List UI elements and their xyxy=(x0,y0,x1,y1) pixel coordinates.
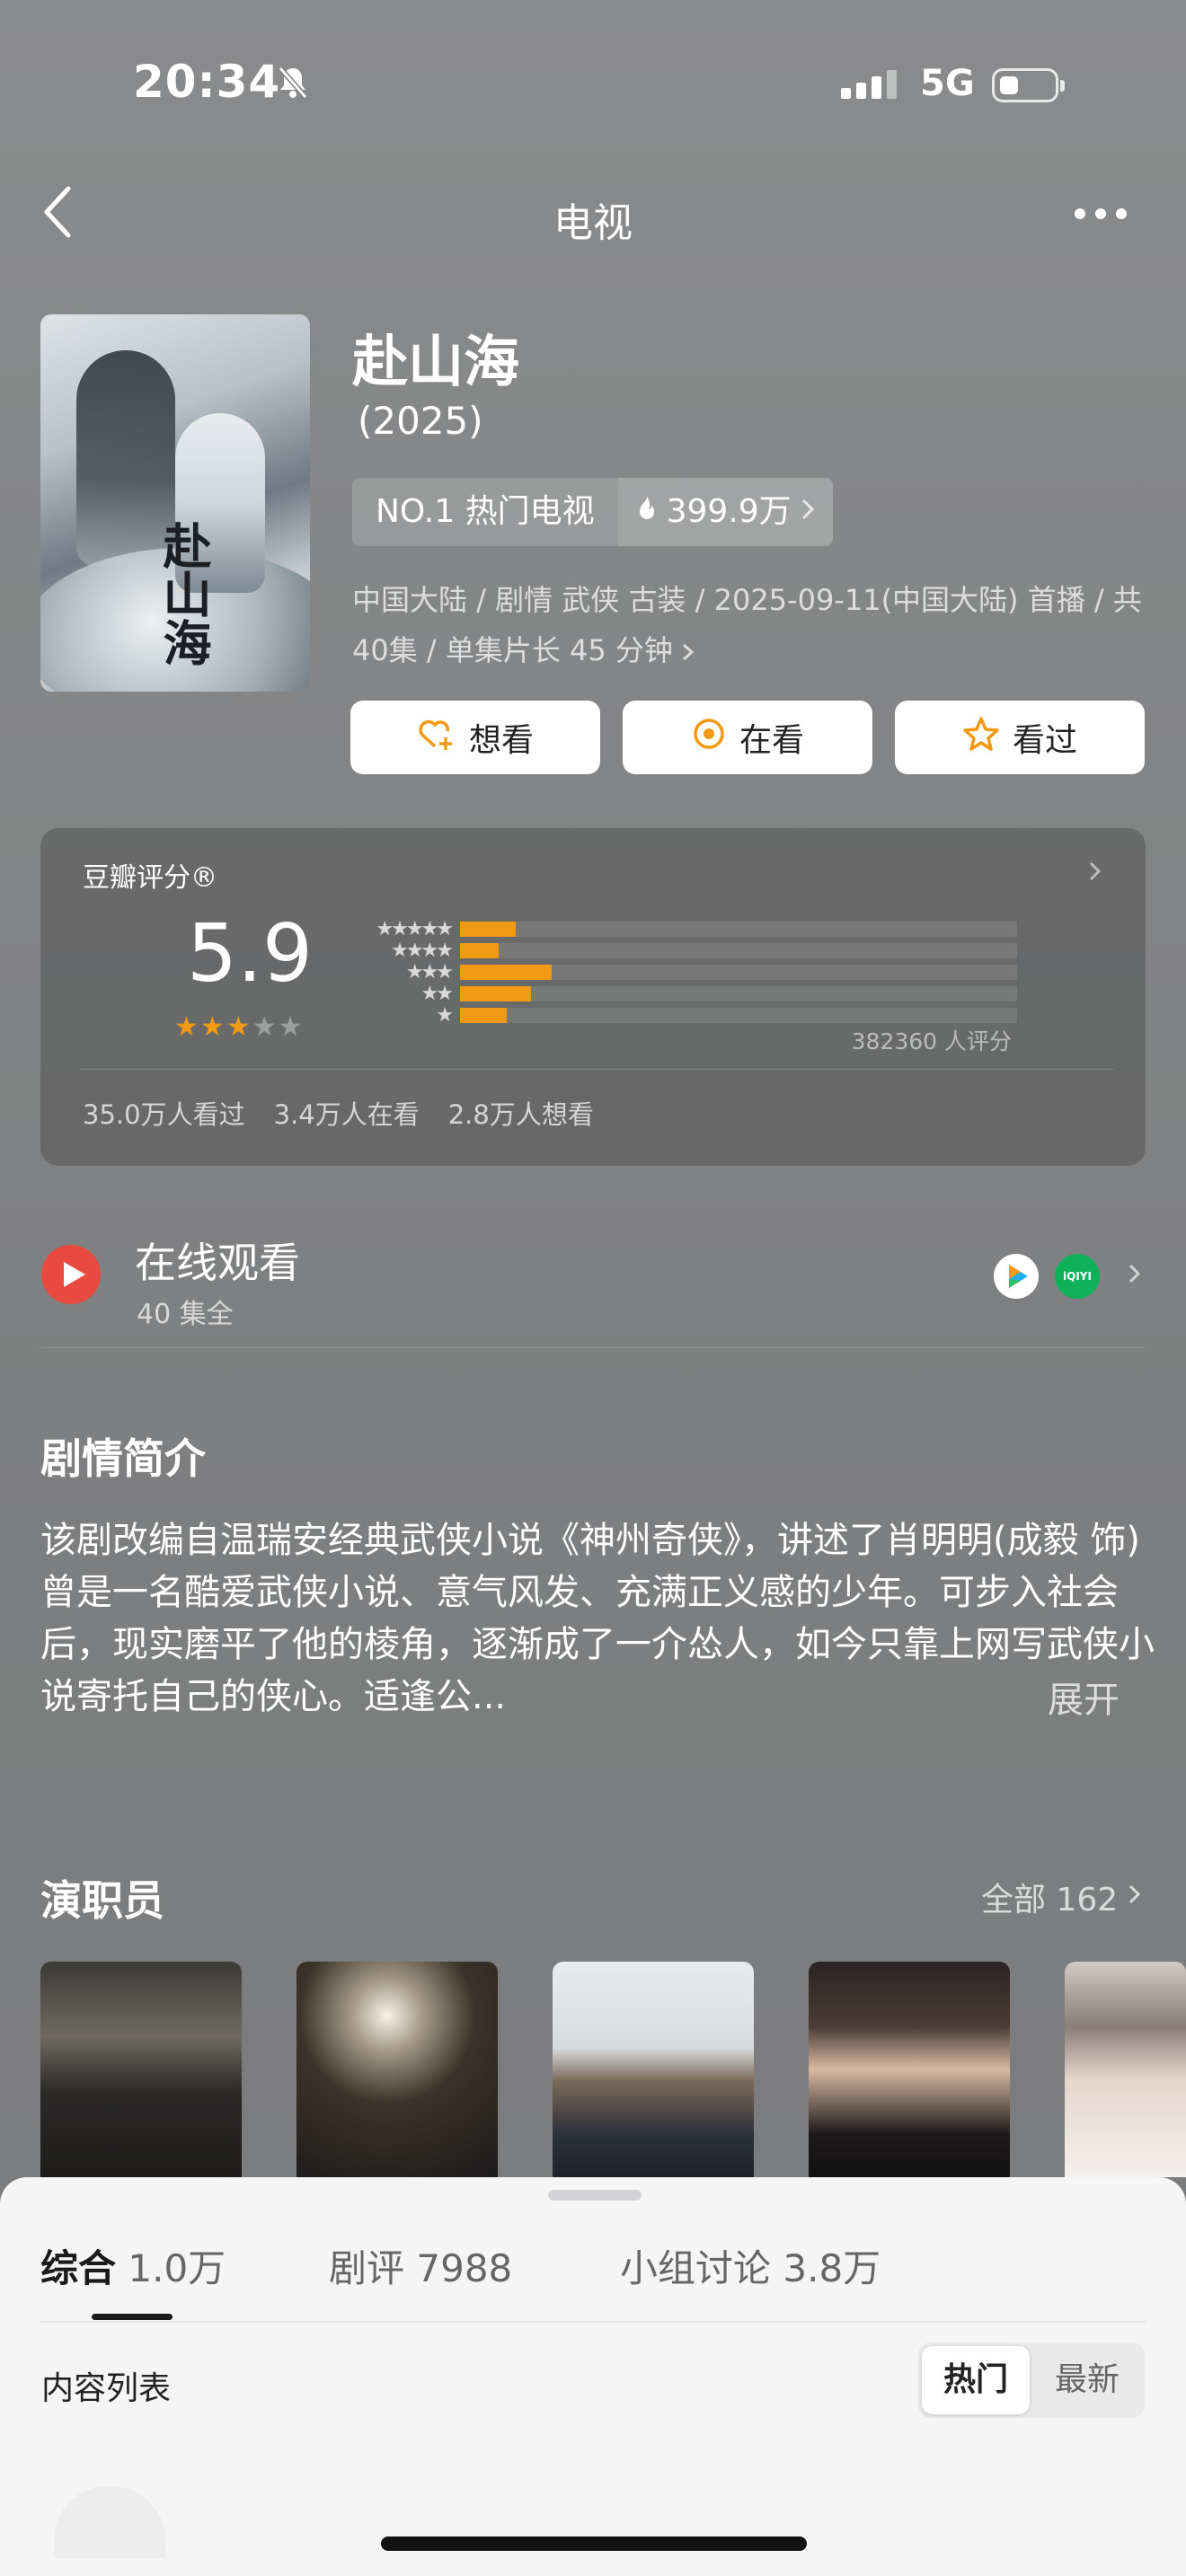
rating-star-icon: ★ xyxy=(252,1011,277,1043)
movie-meta[interactable]: 中国大陆 / 剧情 武侠 古装 / 2025-09-11(中国大陆) 首播 / … xyxy=(352,575,1150,675)
want-to-watch-label: 想看 xyxy=(468,722,534,759)
movie-meta-text: 中国大陆 / 剧情 武侠 古装 / 2025-09-11(中国大陆) 首播 / … xyxy=(352,583,1142,667)
cast-card[interactable] xyxy=(40,1962,242,2177)
rating-bar xyxy=(460,964,552,980)
bell-muted-icon xyxy=(275,65,311,104)
network-label: 5G xyxy=(920,63,975,104)
tab-group-label: 小组讨论 xyxy=(620,2246,772,2290)
active-tab-indicator xyxy=(92,2314,173,2320)
divider xyxy=(79,1069,1114,1070)
iqiyi-icon[interactable]: iQIYI xyxy=(1055,1254,1100,1299)
rating-bar-row: ★★★★ xyxy=(343,939,1017,962)
rating-stars: ★ ★ ★ ★ ★ xyxy=(174,1011,303,1043)
rating-label: 豆瓣评分® xyxy=(83,862,217,894)
rating-score: 5.9 xyxy=(187,907,313,1000)
rating-bar xyxy=(460,942,499,958)
watched-label: 看过 xyxy=(1012,722,1077,759)
rating-star-icon: ★ xyxy=(174,1011,199,1043)
tab-group-count: 3.8万 xyxy=(783,2246,881,2290)
synopsis-heading: 剧情简介 xyxy=(40,1434,206,1483)
star-outline-icon xyxy=(962,716,1000,760)
rating-bar-stars: ★★★ xyxy=(405,960,454,984)
rating-star-icon: ★ xyxy=(278,1011,303,1043)
rating-bar-row: ★★ xyxy=(343,982,1017,1005)
expand-link[interactable]: 展开 xyxy=(1048,1671,1120,1723)
tab-group-discussion[interactable]: 小组讨论 3.8万 xyxy=(620,2238,881,2293)
watching-icon xyxy=(691,716,727,760)
want-count: 2.8万人想看 xyxy=(447,1099,594,1130)
watched-count: 35.0万人看过 xyxy=(83,1099,245,1130)
rating-star-icon: ★ xyxy=(226,1011,251,1043)
play-icon[interactable] xyxy=(41,1245,101,1304)
watching-count: 3.4万人在看 xyxy=(273,1099,420,1130)
rating-distribution: ★★★★★ ★★★★ ★★★ ★★ ★ xyxy=(343,918,1017,1027)
divider xyxy=(40,1347,1146,1348)
sort-new-button[interactable]: 最新 xyxy=(1033,2346,1141,2414)
rating-bar-stars: ★ xyxy=(436,1003,454,1027)
cast-card[interactable] xyxy=(296,1962,498,2177)
rating-bar-stars: ★★★★ xyxy=(391,939,454,962)
sort-hot-button[interactable]: 热门 xyxy=(922,2346,1030,2414)
chevron-right-icon xyxy=(801,478,815,546)
cast-card[interactable] xyxy=(553,1962,754,2177)
rating-bar-track xyxy=(460,921,1017,937)
tab-reviews-label: 剧评 xyxy=(329,2246,405,2290)
watching-label: 在看 xyxy=(739,722,804,759)
want-to-watch-button[interactable]: 想看 xyxy=(350,701,600,774)
rating-bar-row: ★ xyxy=(343,1003,1017,1027)
rating-bar-stars: ★★★★★ xyxy=(376,917,454,940)
heart-plus-icon xyxy=(417,716,456,760)
movie-title: 赴山海 xyxy=(352,329,520,394)
content-list-title: 内容列表 xyxy=(41,2370,172,2407)
poster-image[interactable]: 赴山海 xyxy=(40,314,310,692)
tab-reviews-count: 7988 xyxy=(416,2246,513,2290)
rating-bar xyxy=(460,985,531,1001)
cast-card[interactable] xyxy=(1065,1962,1186,2177)
rating-bar-row: ★★★ xyxy=(343,960,1017,984)
status-time: 20:34 xyxy=(133,56,281,108)
tab-reviews[interactable]: 剧评 7988 xyxy=(329,2238,512,2293)
tab-overall-count: 1.0万 xyxy=(128,2246,226,2290)
cast-heading: 演职员 xyxy=(40,1876,164,1925)
signal-icon xyxy=(841,70,897,99)
cast-card[interactable] xyxy=(809,1962,1010,2177)
movie-year: (2025) xyxy=(358,399,483,443)
chevron-right-icon xyxy=(1127,1879,1143,1916)
flame-icon xyxy=(636,478,658,546)
rating-count: 382360 人评分 xyxy=(851,1028,1012,1054)
rating-bar xyxy=(460,921,516,937)
battery-icon xyxy=(992,68,1065,102)
rating-bar-track xyxy=(460,985,1017,1001)
chevron-right-icon[interactable] xyxy=(1127,1261,1143,1290)
chevron-right-icon xyxy=(1087,859,1103,887)
heat-value: 399.9万 xyxy=(666,493,792,530)
rating-bar-track xyxy=(460,942,1017,958)
rating-bar-stars: ★★ xyxy=(420,982,454,1005)
watched-button[interactable]: 看过 xyxy=(895,701,1145,774)
tab-overall[interactable]: 综合 1.0万 xyxy=(40,2238,226,2293)
rating-bar-track xyxy=(460,964,1017,980)
synopsis-text: 该剧改编自温瑞安经典武侠小说《神州奇侠》，讲述了肖明明(成毅 饰) 曾是一名酷爱… xyxy=(40,1520,1155,1717)
cast-all-label: 全部 162 xyxy=(981,1882,1119,1919)
watch-online-title[interactable]: 在线观看 xyxy=(135,1231,300,1290)
home-indicator[interactable] xyxy=(381,2536,807,2551)
nav-title: 电视 xyxy=(553,200,633,246)
rank-badge[interactable]: NO.1 热门电视 399.9万 xyxy=(352,478,833,546)
heat-badge: 399.9万 xyxy=(617,478,833,546)
watch-online-subtitle: 40 集全 xyxy=(137,1299,234,1330)
divider xyxy=(40,2321,1146,2323)
rating-stats: 35.0万人看过 3.4万人在看 2.8万人想看 xyxy=(83,1094,594,1132)
rating-bar-row: ★★★★★ xyxy=(343,918,1017,940)
tab-overall-label: 综合 xyxy=(40,2246,117,2290)
poster-title: 赴山海 xyxy=(155,521,212,666)
watching-button[interactable]: 在看 xyxy=(623,701,872,774)
rating-bar-track xyxy=(460,1007,1017,1023)
cast-all-link[interactable]: 全部 162 xyxy=(981,1874,1143,1920)
rank-label: NO.1 热门电视 xyxy=(352,478,618,546)
rating-star-icon: ★ xyxy=(199,1011,225,1043)
rating-bar xyxy=(460,1007,507,1023)
tencent-video-icon[interactable] xyxy=(994,1254,1039,1299)
sheet-handle[interactable] xyxy=(548,2190,642,2201)
more-icon[interactable] xyxy=(1075,208,1127,219)
